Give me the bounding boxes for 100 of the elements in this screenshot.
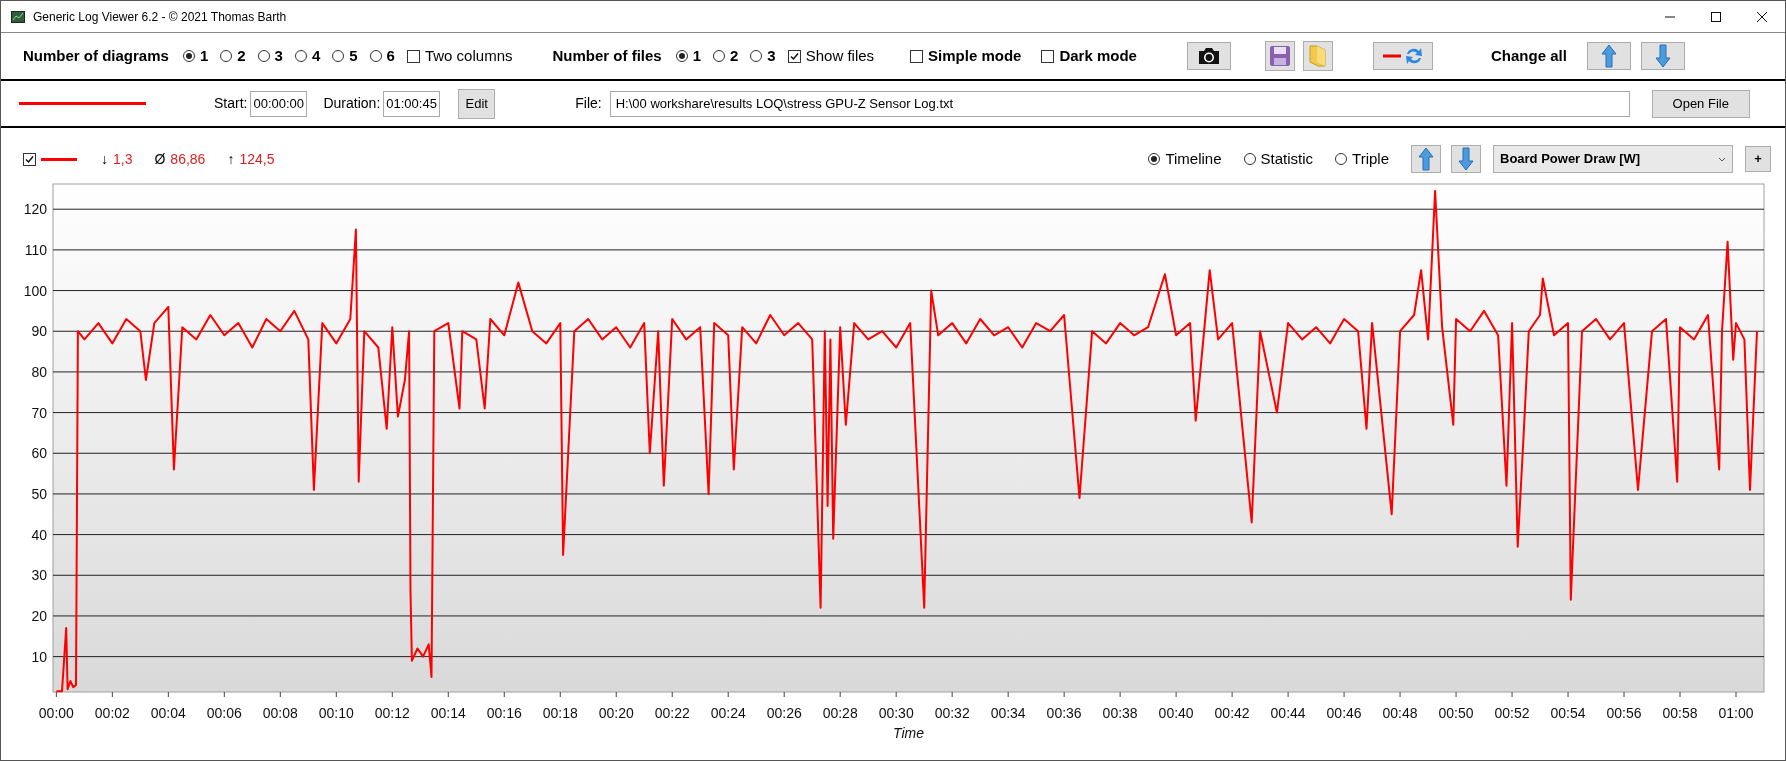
axis-tick-label: 00:58 [1662, 705, 1698, 721]
axis-tick-label: 00:24 [710, 705, 746, 721]
view-radio[interactable]: Triple [1335, 147, 1389, 171]
open-folder-button[interactable] [1302, 41, 1333, 71]
axis-tick-label: 60 [31, 445, 47, 462]
save-button[interactable] [1264, 41, 1295, 71]
axis-tick-label: 00:14 [430, 705, 466, 721]
axis-tick-label: 20 [31, 607, 47, 624]
axis-tick-label: 40 [31, 526, 47, 543]
two-columns-checkbox[interactable]: Two columns [406, 44, 513, 68]
label: Start: [214, 94, 248, 113]
axis-tick-label: 10 [31, 648, 47, 665]
axis-tick-label: 00:26 [766, 705, 802, 721]
move-down-button[interactable] [1451, 145, 1481, 173]
diagram-count-radio[interactable]: 6 [369, 44, 395, 68]
axis-tick-label: 00:00 [38, 705, 74, 721]
axis-tick-label: 00:12 [374, 705, 410, 721]
axis-tick-label: 00:04 [150, 705, 186, 721]
add-button[interactable]: + [1745, 146, 1771, 172]
axis-tick-label: 00:42 [1214, 705, 1250, 721]
checkmark-icon [788, 50, 800, 62]
stat-value: ↑ 124,5 [227, 149, 275, 169]
axis-tick-label: 00:44 [1270, 705, 1306, 721]
axis-tick-label: 00:28 [822, 705, 858, 721]
checkmark-icon [24, 153, 35, 165]
axis-tick-label: 00:30 [878, 705, 914, 721]
axis-tick-label: 00:48 [1382, 705, 1418, 721]
axis-tick-label: 110 [24, 241, 47, 258]
axis-tick-label: 70 [31, 404, 47, 421]
label: Duration: [323, 94, 381, 113]
up-arrow-icon [1600, 44, 1617, 68]
file-path-field[interactable]: H:\00 workshare\results LOQ\stress GPU-Z Sensor Log.txt [609, 90, 1630, 117]
simple-mode-checkbox[interactable]: Simple mode [910, 44, 1022, 68]
app-icon [11, 10, 25, 23]
axis-tick-label: 00:50 [1438, 705, 1474, 721]
start-time-field[interactable]: 00:00:00 [250, 90, 308, 117]
move-up-button[interactable] [1586, 42, 1631, 70]
line-refresh-icon [1380, 46, 1425, 66]
axis-tick-label: 30 [31, 567, 47, 584]
axis-tick-label: 00:38 [1102, 705, 1138, 721]
axis-tick-label: 00:52 [1494, 705, 1530, 721]
axis-tick-label: 00:16 [486, 705, 522, 721]
axis-tick-label: 00:18 [542, 705, 578, 721]
label: Number of files [552, 45, 662, 66]
label: Number of diagrams [23, 45, 169, 66]
axis-tick-label: 00:10 [318, 705, 354, 721]
view-radio[interactable]: Statistic [1243, 147, 1314, 171]
axis-tick-label: 00:22 [654, 705, 690, 721]
axis-tick-label: 00:32 [934, 705, 970, 721]
axis-tick-label: 50 [31, 485, 47, 502]
up-arrow-icon [1418, 147, 1434, 171]
dark-mode-checkbox[interactable]: Dark mode [1041, 44, 1137, 68]
axis-tick-label: 00:54 [1550, 705, 1586, 721]
file-count-radio[interactable]: 3 [750, 44, 776, 68]
camera-icon [1196, 47, 1221, 65]
maximize-icon [1711, 11, 1721, 22]
axis-tick-label: 00:40 [1158, 705, 1194, 721]
file-count-radio[interactable]: 1 [675, 44, 701, 68]
axis-tick-label: 100 [23, 282, 47, 299]
close-icon [1757, 11, 1767, 22]
view-radio[interactable]: Timeline [1148, 147, 1222, 171]
axis-tick-label: 00:46 [1326, 705, 1362, 721]
axis-tick-label: 120 [23, 201, 47, 218]
sensor-dropdown[interactable]: Board Power Draw [W] [1493, 145, 1733, 173]
diagram-count-radio[interactable]: 3 [257, 44, 283, 68]
file-count-radio[interactable]: 2 [713, 44, 739, 68]
down-arrow-icon [1654, 44, 1671, 68]
axis-tick-label: 00:56 [1606, 705, 1642, 721]
axis-tick-label: 90 [31, 323, 47, 340]
axis-tick-label: 80 [31, 363, 47, 380]
folder-icon [1306, 44, 1329, 68]
axis-tick-label: 00:08 [262, 705, 298, 721]
axis-title: Time [893, 725, 924, 741]
diagram-count-radio[interactable]: 4 [294, 44, 321, 68]
duration-field[interactable]: 01:00:45 [383, 90, 441, 117]
edit-button[interactable]: Edit [458, 88, 496, 119]
label: Change all [1490, 45, 1567, 66]
diagram-count-radio[interactable]: 1 [182, 44, 209, 68]
axis-tick-label: 00:36 [1046, 705, 1082, 721]
axis-tick-label: 00:02 [94, 705, 130, 721]
screenshot-button[interactable] [1186, 42, 1231, 70]
visibility-checkbox[interactable] [23, 152, 36, 166]
window-title: Generic Log Viewer 6.2 - © 2021 Thomas Barth [33, 8, 287, 26]
stat-value: ↓ 1,3 [101, 149, 133, 169]
label: File: [575, 94, 602, 113]
move-up-button[interactable] [1411, 145, 1441, 173]
down-arrow-icon [1458, 147, 1474, 171]
diagram-count-radio[interactable]: 5 [332, 44, 358, 68]
axis-tick-label: 00:06 [206, 705, 242, 721]
show-files-checkbox[interactable]: Show files [787, 44, 875, 68]
open-file-button[interactable]: Open File [1651, 89, 1750, 118]
line-sample [41, 157, 77, 161]
move-down-button[interactable] [1640, 42, 1685, 70]
stat-value: Ø 86,86 [154, 149, 206, 169]
chevron-down-icon [1718, 156, 1726, 162]
axis-tick-label: 00:34 [990, 705, 1026, 721]
axis-tick-label: 01:00 [1718, 705, 1754, 721]
swap-colors-button[interactable] [1372, 42, 1433, 70]
diagram-count-radio[interactable]: 2 [220, 44, 246, 68]
axis-tick-label: 00:20 [598, 705, 634, 721]
